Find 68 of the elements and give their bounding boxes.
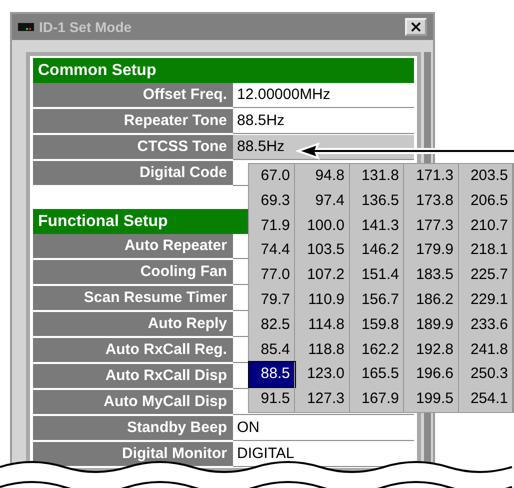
setting-value[interactable]: 12.00000MHz: [233, 83, 414, 108]
tone-option[interactable]: 177.3: [404, 214, 458, 238]
tone-option[interactable]: 196.6: [404, 362, 458, 388]
setting-label: Digital Code: [33, 161, 233, 187]
tone-option[interactable]: 192.8: [404, 338, 458, 362]
close-button[interactable]: ×: [405, 18, 427, 36]
tone-option[interactable]: 123.0: [295, 362, 350, 388]
tone-option[interactable]: 91.5: [249, 387, 295, 412]
tone-option[interactable]: 203.5: [458, 164, 513, 189]
tone-option[interactable]: 173.8: [404, 188, 458, 214]
tone-option[interactable]: 165.5: [350, 362, 404, 388]
tone-option[interactable]: 103.5: [295, 238, 350, 264]
setting-label: Repeater Tone: [33, 109, 233, 135]
tone-option[interactable]: 229.1: [458, 288, 513, 313]
tone-option[interactable]: 254.1: [458, 387, 513, 412]
tone-option[interactable]: 94.8: [295, 164, 350, 189]
setting-label: Offset Freq.: [33, 83, 233, 109]
tone-option[interactable]: 127.3: [295, 387, 350, 412]
tone-option[interactable]: 159.8: [350, 312, 404, 338]
setting-label: Auto RxCall Disp: [33, 364, 233, 390]
tone-option[interactable]: 131.8: [350, 164, 404, 189]
tone-option[interactable]: 206.5: [458, 188, 513, 214]
tone-option[interactable]: 156.7: [350, 288, 404, 313]
tone-option[interactable]: 233.6: [458, 312, 513, 338]
tone-option[interactable]: 74.4: [249, 238, 295, 264]
tone-option[interactable]: 82.5: [249, 312, 295, 338]
setting-label: Auto Repeater: [33, 234, 233, 260]
tone-option[interactable]: 97.4: [295, 188, 350, 214]
setting-value[interactable]: 88.5Hz: [233, 109, 414, 134]
setting-label: Standby Beep: [33, 416, 233, 442]
tone-option[interactable]: 241.8: [458, 338, 513, 362]
setting-label: Auto RxCall Reg.: [33, 338, 233, 364]
tone-option[interactable]: 77.0: [249, 263, 295, 288]
tone-option[interactable]: 167.9: [350, 387, 404, 412]
tone-option[interactable]: 218.1: [458, 238, 513, 264]
tone-option[interactable]: 146.2: [350, 238, 404, 264]
setting-label: Auto MyCall Disp: [33, 390, 233, 416]
tone-option[interactable]: 162.2: [350, 338, 404, 362]
radio-icon: [18, 23, 34, 31]
tone-option[interactable]: 67.0: [249, 164, 295, 189]
tone-option[interactable]: 225.7: [458, 263, 513, 288]
tone-option[interactable]: 199.5: [404, 387, 458, 412]
tone-option[interactable]: 171.3: [404, 164, 458, 189]
tone-option[interactable]: 179.9: [404, 238, 458, 264]
tone-option[interactable]: 79.7: [249, 288, 295, 313]
setting-label: Auto Reply: [33, 312, 233, 338]
tone-option[interactable]: 118.8: [295, 338, 350, 362]
tone-option[interactable]: 100.0: [295, 214, 350, 238]
tone-option[interactable]: 250.3: [458, 362, 513, 388]
tone-option[interactable]: 210.7: [458, 214, 513, 238]
tone-option[interactable]: 189.9: [404, 312, 458, 338]
tone-option[interactable]: 151.4: [350, 263, 404, 288]
setting-label: Scan Resume Timer: [33, 286, 233, 312]
window-title: ID-1 Set Mode: [39, 19, 133, 35]
setting-label: Cooling Fan: [33, 260, 233, 286]
tone-option[interactable]: 141.3: [350, 214, 404, 238]
tone-option[interactable]: 107.2: [295, 263, 350, 288]
tone-option[interactable]: 186.2: [404, 288, 458, 313]
tone-option[interactable]: 110.9: [295, 288, 350, 313]
setting-value[interactable]: ON: [233, 416, 414, 441]
setting-label: CTCSS Tone: [33, 135, 233, 161]
tone-option[interactable]: 69.3: [249, 188, 295, 214]
tone-option[interactable]: 114.8: [295, 312, 350, 338]
tone-option[interactable]: 136.5: [350, 188, 404, 214]
section-header: Common Setup: [33, 58, 414, 83]
tone-option[interactable]: 88.5: [249, 362, 295, 388]
tone-option[interactable]: 71.9: [249, 214, 295, 238]
tone-option[interactable]: 183.5: [404, 263, 458, 288]
